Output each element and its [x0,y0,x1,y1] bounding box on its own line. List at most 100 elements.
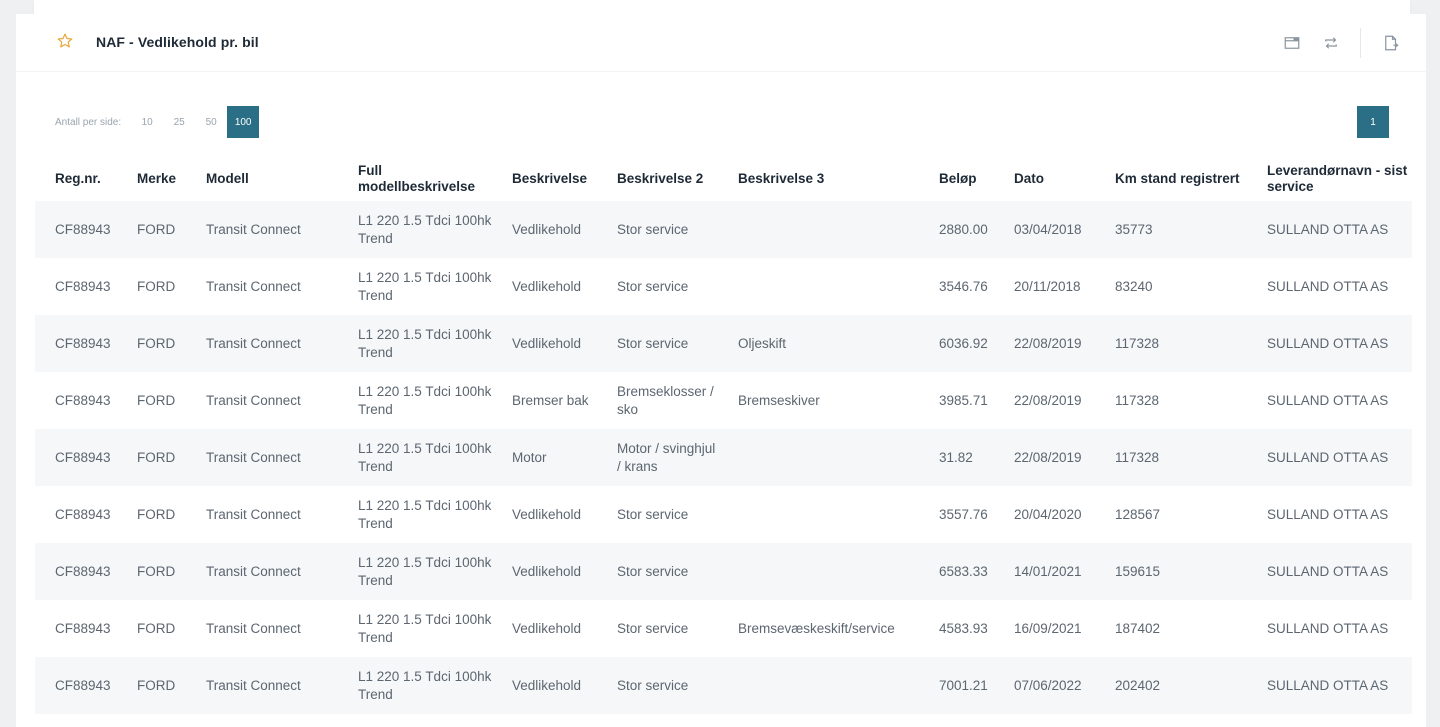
description-cell: Vedlikehold [512,221,582,237]
description-2-cell: Stor service [617,563,689,579]
refresh-icon[interactable] [1322,34,1340,52]
make-cell: FORD [137,221,176,237]
table-row[interactable]: CF88943 FORD Transit Connect L1 220 1.5 Tdc… [35,201,1412,258]
date-cell: 03/04/2018 [1014,221,1082,237]
model-cell: Transit Connect [206,335,301,351]
date-cell: 20/11/2018 [1014,278,1081,294]
make-cell: FORD [137,677,176,693]
description-cell: Vedlikehold [512,278,582,294]
supplier-cell: SULLAND OTTA AS [1267,278,1389,294]
make-cell: FORD [137,278,176,294]
model-cell: Transit Connect [206,449,301,465]
amount-cell: 31.82 [939,449,973,465]
page-size-10[interactable]: 10 [131,106,163,138]
full-model-cell: L1 220 1.5 Tdci 100hk Trend [358,497,492,531]
description-cell: Vedlikehold [512,677,582,693]
column-header[interactable]: Full modellbeskrivelse [338,157,492,201]
description-2-cell: Stor service [617,506,689,522]
maintenance-table: Reg.nr. Merke Modell Full modellbeskrive… [35,157,1412,714]
description-3-cell: Bremseskiver [738,392,820,408]
column-header[interactable]: Km stand registrert [1095,157,1247,201]
model-cell: Transit Connect [206,221,301,237]
reg-nr-cell: CF88943 [55,278,111,294]
column-header[interactable]: Beløp [919,157,994,201]
table-row[interactable]: CF88943 FORD Transit Connect L1 220 1.5 Tdc… [35,600,1412,657]
odometer-cell: 128567 [1115,506,1161,522]
report-panel: NAF - Vedlikehold pr. bil Antall per sid… [16,14,1426,727]
full-model-cell: L1 220 1.5 Tdci 100hk Trend [358,212,492,246]
column-header[interactable]: Reg.nr. [35,157,117,201]
make-cell: FORD [137,392,176,408]
date-cell: 16/09/2021 [1014,620,1082,636]
description-3-cell: Oljeskift [738,335,787,351]
supplier-cell: SULLAND OTTA AS [1267,221,1389,237]
description-3-cell [718,429,919,486]
table-header-row: Reg.nr. Merke Modell Full modellbeskrive… [35,157,1412,201]
amount-cell: 7001.21 [939,677,988,693]
description-2-cell: Stor service [617,677,689,693]
odometer-cell: 202402 [1115,677,1161,693]
reg-nr-cell: CF88943 [55,335,111,351]
description-2-cell: Bremseklosser / sko [617,383,714,417]
description-3-cell [718,657,919,714]
description-cell: Vedlikehold [512,620,582,636]
odometer-cell: 117328 [1115,335,1160,351]
window-icon[interactable] [1283,34,1301,52]
column-header[interactable]: Leverandørnavn - sist service [1247,157,1412,201]
make-cell: FORD [137,563,176,579]
supplier-cell: SULLAND OTTA AS [1267,563,1389,579]
star-icon[interactable] [56,32,74,50]
page-size-25[interactable]: 25 [163,106,195,138]
description-cell: Motor [512,449,547,465]
description-3-cell [718,543,919,600]
table-row[interactable]: CF88943 FORD Transit Connect L1 220 1.5 Tdc… [35,543,1412,600]
description-cell: Vedlikehold [512,506,582,522]
description-2-cell: Stor service [617,335,689,351]
column-header[interactable]: Beskrivelse 3 [718,157,919,201]
reg-nr-cell: CF88943 [55,563,111,579]
page-size-100[interactable]: 100 [227,106,260,138]
amount-cell: 2880.00 [939,221,988,237]
full-model-cell: L1 220 1.5 Tdci 100hk Trend [358,383,492,417]
supplier-cell: SULLAND OTTA AS [1267,392,1389,408]
table-row[interactable]: CF88943 FORD Transit Connect L1 220 1.5 Tdc… [35,258,1412,315]
column-header[interactable]: Merke [117,157,186,201]
table-row[interactable]: CF88943 FORD Transit Connect L1 220 1.5 Tdc… [35,429,1412,486]
top-card-edge [34,0,1410,14]
column-header[interactable]: Beskrivelse [492,157,597,201]
full-model-cell: L1 220 1.5 Tdci 100hk Trend [358,554,492,588]
description-2-cell: Stor service [617,278,689,294]
odometer-cell: 35773 [1115,221,1153,237]
supplier-cell: SULLAND OTTA AS [1267,620,1389,636]
full-model-cell: L1 220 1.5 Tdci 100hk Trend [358,668,492,702]
page-size-label: Antall per side: [55,116,122,128]
amount-cell: 6036.92 [939,335,988,351]
table-row[interactable]: CF88943 FORD Transit Connect L1 220 1.5 Tdc… [35,486,1412,543]
description-2-cell: Stor service [617,221,689,237]
panel-header: NAF - Vedlikehold pr. bil [16,14,1426,72]
description-2-cell: Motor / svinghjul / krans [617,440,716,474]
odometer-cell: 83240 [1115,278,1153,294]
column-header[interactable]: Modell [186,157,338,201]
reg-nr-cell: CF88943 [55,221,111,237]
model-cell: Transit Connect [206,392,301,408]
table-row[interactable]: CF88943 FORD Transit Connect L1 220 1.5 Tdc… [35,372,1412,429]
make-cell: FORD [137,620,176,636]
page-size-50[interactable]: 50 [195,106,227,138]
column-header[interactable]: Beskrivelse 2 [597,157,718,201]
header-divider [1360,28,1361,58]
amount-cell: 4583.93 [939,620,988,636]
description-3-cell [718,201,919,258]
model-cell: Transit Connect [206,677,301,693]
table-row[interactable]: CF88943 FORD Transit Connect L1 220 1.5 Tdc… [35,657,1412,714]
full-model-cell: L1 220 1.5 Tdci 100hk Trend [358,269,492,303]
table-row[interactable]: CF88943 FORD Transit Connect L1 220 1.5 Tdc… [35,315,1412,372]
date-cell: 20/04/2020 [1014,506,1082,522]
column-header[interactable]: Dato [994,157,1095,201]
odometer-cell: 187402 [1115,620,1161,636]
full-model-cell: L1 220 1.5 Tdci 100hk Trend [358,326,492,360]
export-icon[interactable] [1382,34,1400,52]
date-cell: 22/08/2019 [1014,449,1082,465]
supplier-cell: SULLAND OTTA AS [1267,677,1389,693]
page-button-1[interactable]: 1 [1357,106,1389,138]
